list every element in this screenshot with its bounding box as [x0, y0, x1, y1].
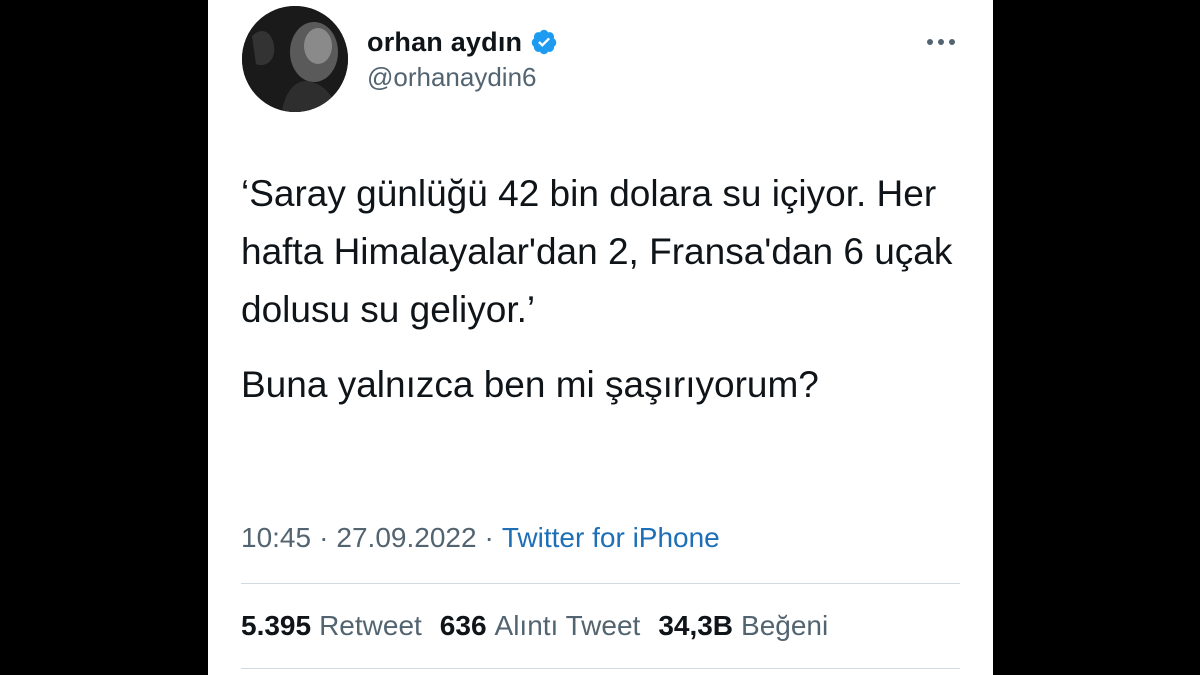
author-name-row: orhan aydın — [367, 22, 558, 62]
more-options-icon — [938, 39, 944, 45]
retweets-label: Retweet — [319, 610, 422, 641]
tweet-time[interactable]: 10:45 — [241, 522, 311, 554]
more-options-icon — [927, 39, 933, 45]
tweet-meta: 10:45 · 27.09.2022 · Twitter for iPhone — [241, 518, 720, 558]
likes-label: Beğeni — [741, 610, 829, 641]
avatar-photo — [242, 6, 348, 112]
retweets-count: 5.395 — [241, 610, 312, 641]
more-options-icon — [949, 39, 955, 45]
likes-stat[interactable]: 34,3B Beğeni — [658, 610, 828, 642]
meta-separator: · — [484, 522, 494, 553]
likes-count: 34,3B — [658, 610, 734, 641]
tweet-text: ‘Saray günlüğü 42 bin dolara su içiyor. … — [241, 165, 961, 414]
tweet-source-link[interactable]: Twitter for iPhone — [502, 522, 720, 554]
tweet-stats: 5.395 Retweet 636 Alıntı Tweet 34,3B Beğ… — [241, 606, 846, 646]
quote-tweets-label: Alıntı Tweet — [494, 610, 641, 641]
tweet-date[interactable]: 27.09.2022 — [336, 522, 476, 554]
meta-separator: · — [319, 522, 329, 553]
tweet-card: orhan aydın @orhanaydin6 ‘Saray günlüğü … — [208, 0, 993, 675]
tweet-paragraph: ‘Saray günlüğü 42 bin dolara su içiyor. … — [241, 173, 953, 330]
more-options-button[interactable] — [913, 22, 969, 62]
divider — [241, 668, 960, 669]
quote-tweets-count: 636 — [439, 610, 487, 641]
quote-tweets-stat[interactable]: 636 Alıntı Tweet — [440, 610, 641, 642]
author-handle[interactable]: @orhanaydin6 — [367, 62, 537, 93]
retweets-stat[interactable]: 5.395 Retweet — [241, 610, 422, 642]
verified-badge-icon — [531, 29, 557, 55]
author-name[interactable]: orhan aydın — [367, 27, 522, 58]
avatar[interactable] — [242, 6, 348, 112]
tweet-paragraph: Buna yalnızca ben mi şaşırıyorum? — [241, 364, 819, 405]
divider — [241, 583, 960, 584]
